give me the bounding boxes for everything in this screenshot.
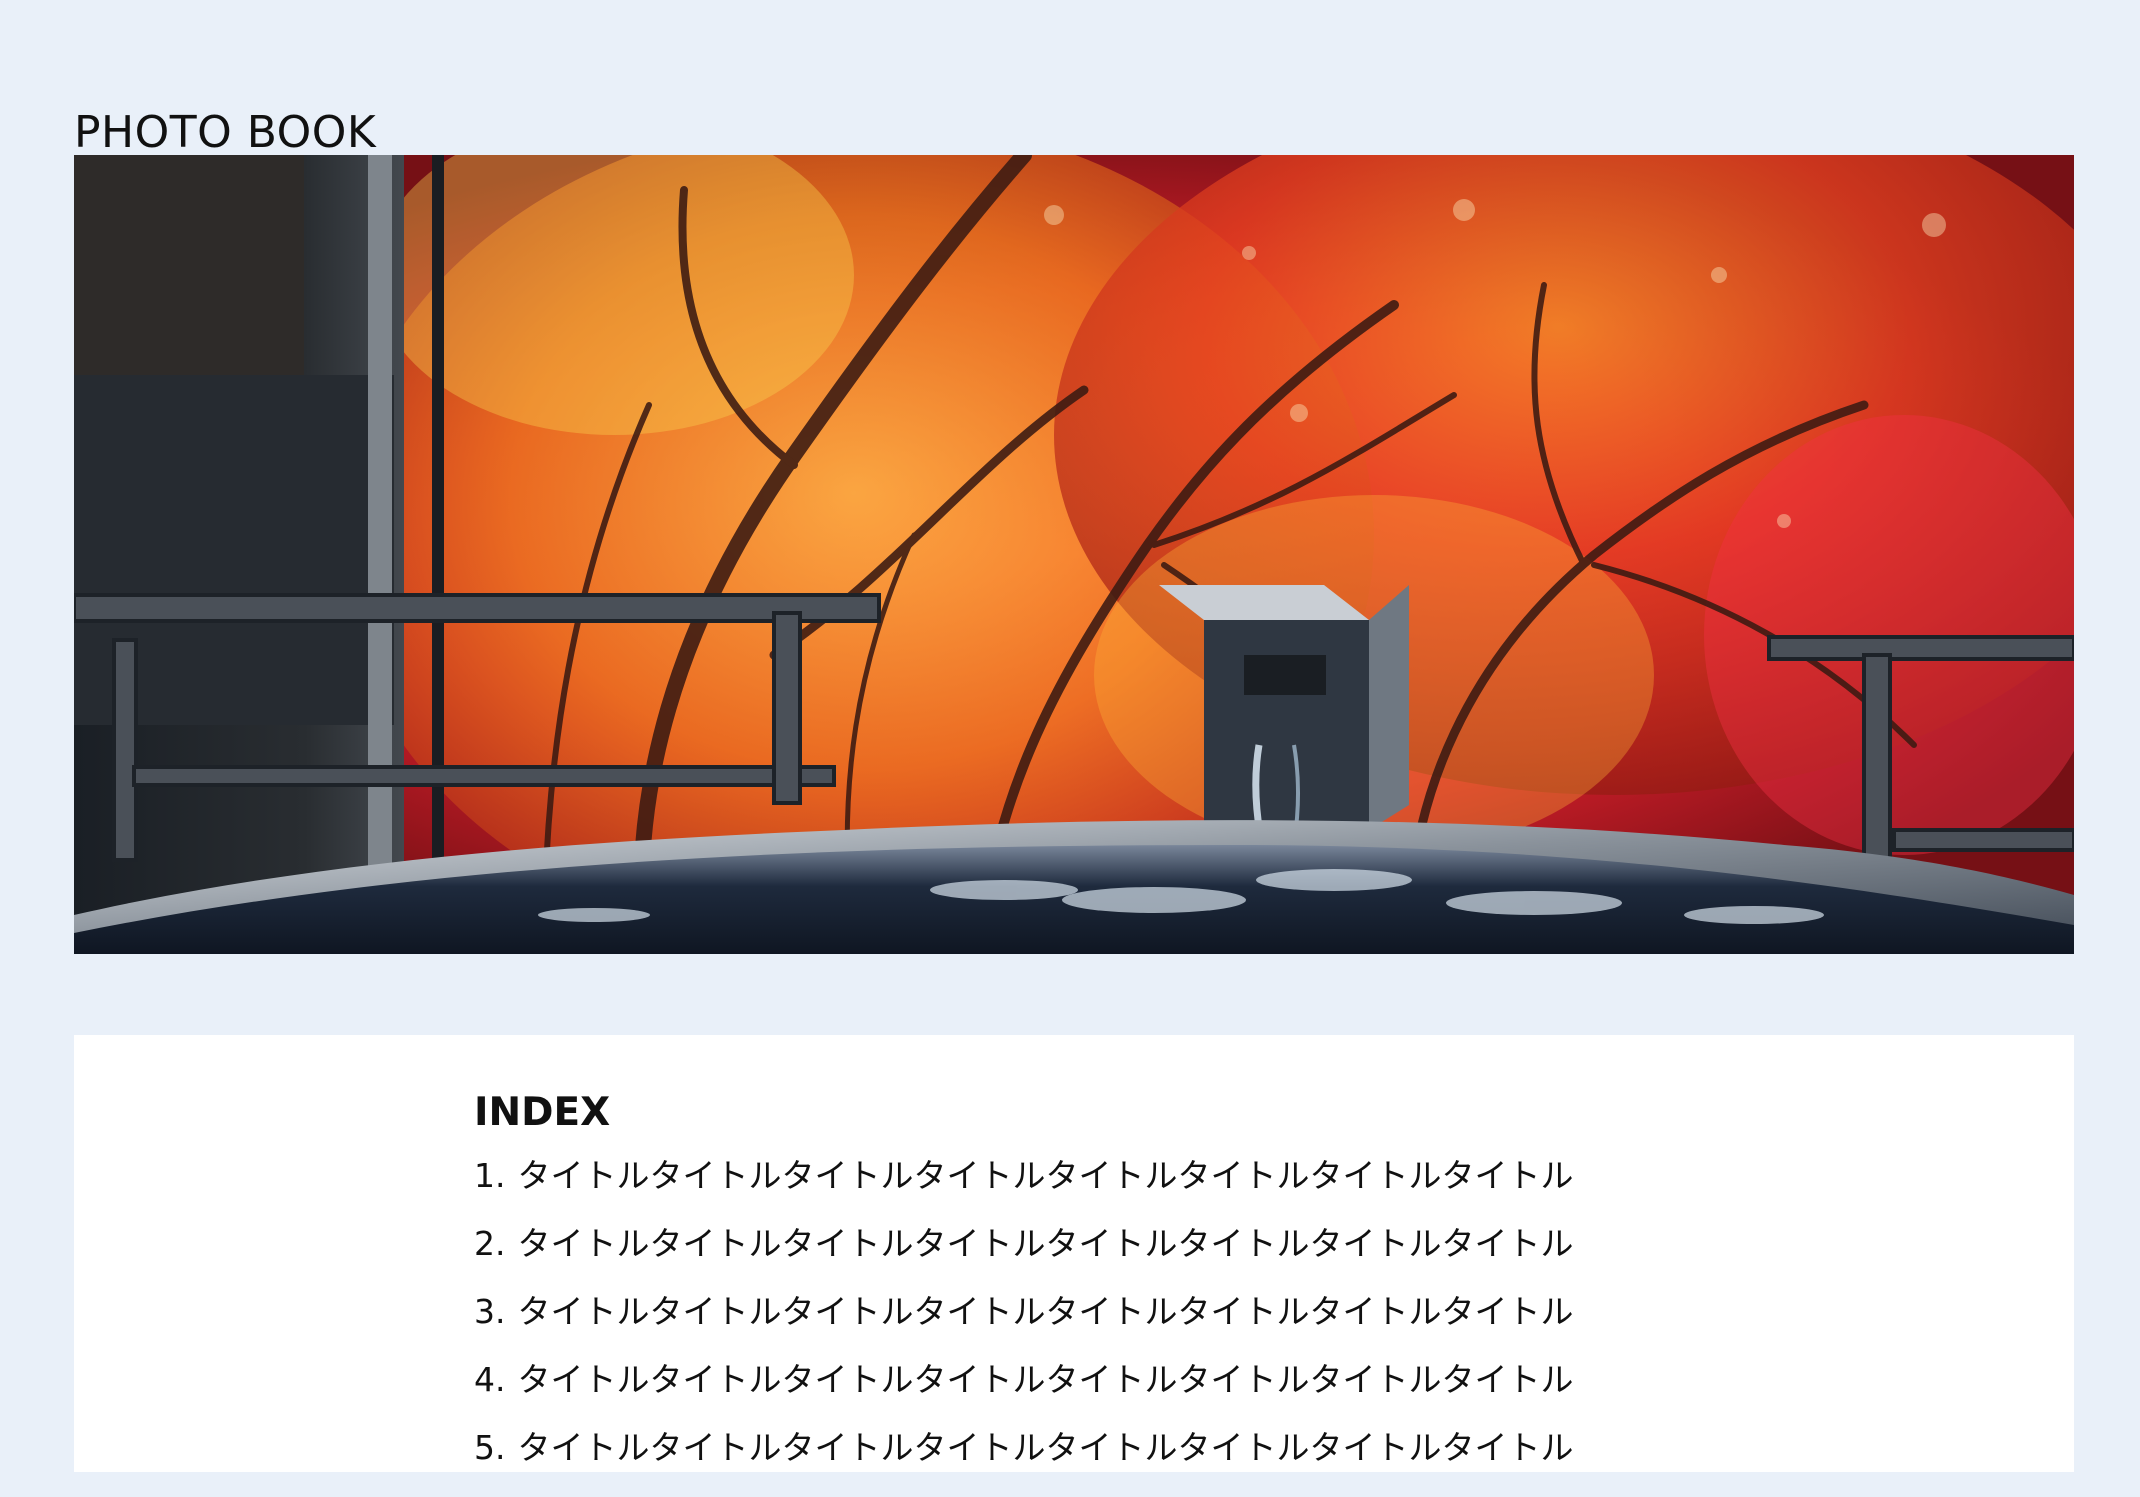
index-item-title[interactable]: タイトルタイトルタイトルタイトルタイトルタイトルタイトルタイトル [518,1224,1574,1263]
index-item-title[interactable]: タイトルタイトルタイトルタイトルタイトルタイトルタイトルタイトル [518,1156,1574,1195]
index-item-title[interactable]: タイトルタイトルタイトルタイトルタイトルタイトルタイトルタイトル [518,1360,1574,1399]
index-item-number: 2. [474,1224,506,1263]
index-item-title[interactable]: タイトルタイトルタイトルタイトルタイトルタイトルタイトルタイトル [518,1428,1574,1467]
index-item-number: 5. [474,1428,506,1467]
index-item-number: 3. [474,1292,506,1331]
index-list-item[interactable]: 5. タイトルタイトルタイトルタイトルタイトルタイトルタイトルタイトル [474,1429,1574,1497]
hero-photo [74,155,2074,954]
index-list-item[interactable]: 2. タイトルタイトルタイトルタイトルタイトルタイトルタイトルタイトル [474,1225,1574,1293]
index-item-number: 4. [474,1360,506,1399]
index-list-item[interactable]: 4. タイトルタイトルタイトルタイトルタイトルタイトルタイトルタイトル [474,1361,1574,1429]
index-item-number: 1. [474,1156,506,1195]
index-list-item[interactable]: 3. タイトルタイトルタイトルタイトルタイトルタイトルタイトルタイトル [474,1293,1574,1361]
index-list: 1. タイトルタイトルタイトルタイトルタイトルタイトルタイトルタイトル 2. タイト… [474,1157,1574,1497]
index-heading: INDEX [474,1090,611,1135]
index-card: INDEX 1. タイトルタイトルタイトルタイトルタイトルタイトルタイトルタイトル… [74,1035,2074,1472]
index-list-item[interactable]: 1. タイトルタイトルタイトルタイトルタイトルタイトルタイトルタイトル [474,1157,1574,1225]
index-item-title[interactable]: タイトルタイトルタイトルタイトルタイトルタイトルタイトルタイトル [518,1292,1574,1331]
